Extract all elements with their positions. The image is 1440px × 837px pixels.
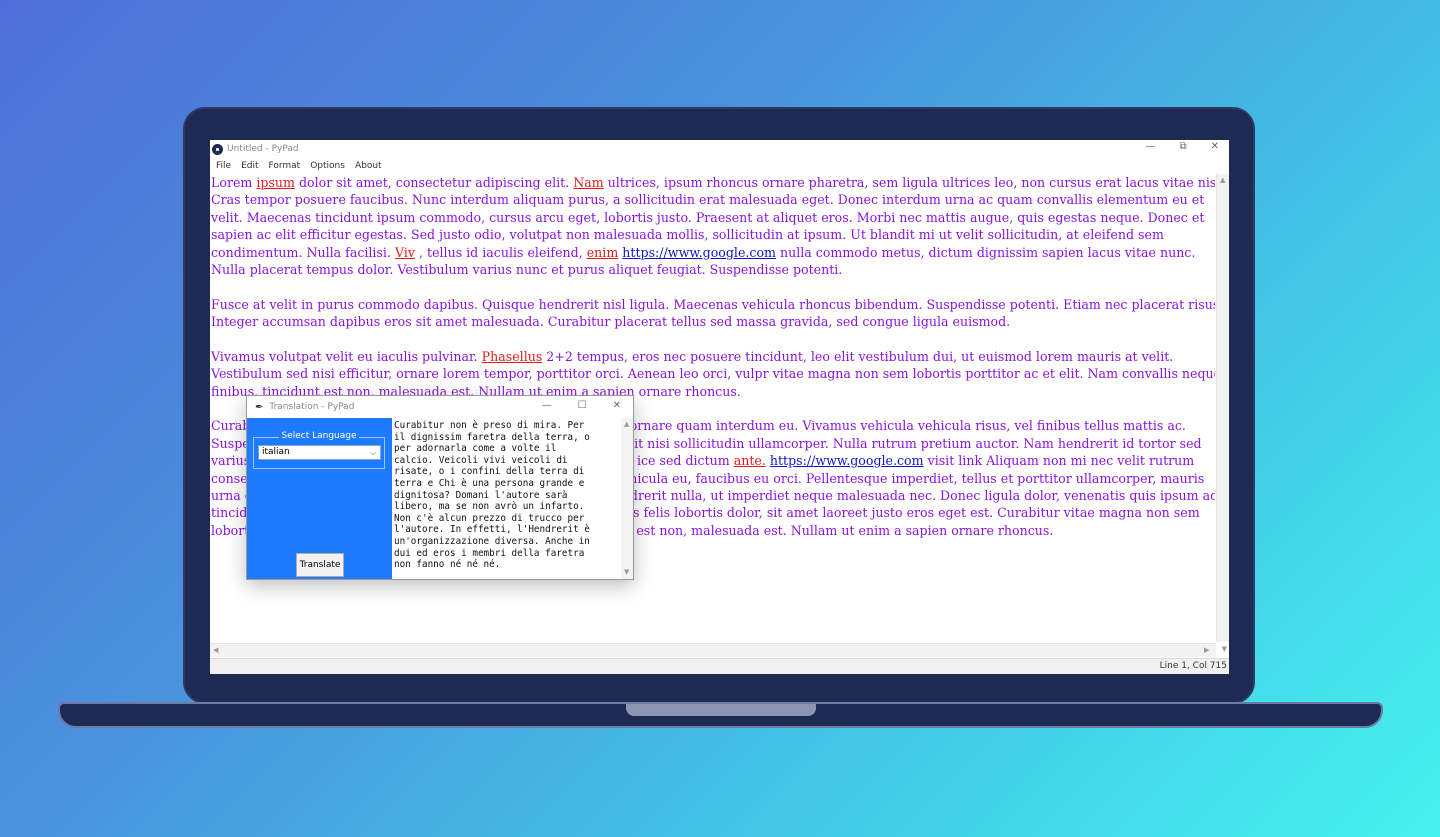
window-controls: — ⧉ ✕ [1145,141,1219,152]
translation-line: dui ed eros i membri della faretra [394,547,585,559]
editor-line: Lorem ipsum dolor sit amet, consectetur … [211,174,1215,191]
dialog-control-panel: Select Language italian ⌵ Translate [247,418,392,579]
editor-line: sapien ac elit efficitur egestas. Sed ju… [211,226,1215,243]
editor-text: Vivamus volutpat velit eu iaculis pulvin… [211,348,482,364]
window-title: Untitled - PyPad [227,144,299,154]
scroll-up-icon[interactable]: ▲ [1220,176,1225,184]
minimize-icon[interactable]: — [1145,141,1155,152]
feather-icon: ✒ [255,401,264,413]
menu-options[interactable]: Options [310,161,345,171]
chevron-down-icon[interactable]: ⌵ [370,446,376,459]
translation-line: per adornarla come a volte il [394,443,557,455]
editor-text: 2+2 tempus, eros nec posuere tincidunt, … [542,348,1174,364]
dialog-scroll-down-icon[interactable]: ▼ [624,568,629,576]
editor-line: Cras tempor posuere faucibus. Nunc inter… [211,191,1215,208]
translate-button[interactable]: Translate [296,553,344,577]
editor-text: visit link Aliquam non mi nec velit rutr… [923,453,1195,469]
language-frame: Select Language italian ⌵ [253,431,385,469]
editor-text: Integer accumsan dapibus eros sit amet m… [211,314,1011,330]
laptop-notch [626,704,816,716]
app-logo-icon [212,143,223,155]
editor-text: Vestibulum sed nisi efficitur, ornare lo… [211,366,1215,382]
editor-line: Integer accumsan dapibus eros sit amet m… [211,313,1215,330]
dialog-title-bar: ✒ Translation - PyPad — ☐ ✕ [247,396,633,418]
editor-text: condimentum. Nulla facilisi. [211,244,395,260]
menu-edit[interactable]: Edit [241,161,258,171]
editor-text: Cras tempor posuere faucibus. Nunc inter… [211,192,1205,208]
dialog-scroll-up-icon[interactable]: ▲ [624,420,629,428]
translation-line: libero, ma se non avrò un infarto. [394,501,585,513]
editor-text: Nulla placerat tempus dolor. Vestibulum … [211,261,843,277]
editor-link[interactable]: https://www.google.com [770,453,924,468]
editor-keyword: enim [586,244,619,260]
editor-text: dolor sit amet, consectetur adipiscing e… [294,175,574,190]
translation-dialog: ✒ Translation - PyPad — ☐ ✕ Select Langu… [246,395,634,580]
translation-line: Non c'è alcun prezzo di trucco per [394,512,585,524]
editor-line: Fusce at velit in purus commodo dapibus.… [211,296,1215,313]
cursor-position: Line 1, Col 715 [1159,661,1227,671]
scroll-left-icon[interactable]: ◀ [213,646,218,654]
status-bar: Line 1, Col 715 [210,658,1229,674]
translation-line: Curabitur non è preso di mira. Per [394,420,585,431]
dialog-vertical-scrollbar[interactable]: ▲ ▼ [621,418,633,579]
translation-line: l'autore. In effetti, l'Hendrerit è [394,524,590,536]
translation-output[interactable]: Curabitur non è preso di mira. Per il dig… [393,418,621,579]
restore-icon[interactable]: ⧉ [1179,141,1186,152]
translation-line: un'organizzazione diversa. Anche in [394,535,590,547]
close-icon[interactable]: ✕ [1211,141,1219,152]
editor-line: condimentum. Nulla facilisi. Viv , tellu… [211,244,1215,261]
editor-keyword: Viv [394,244,415,260]
vertical-scrollbar[interactable]: ▲ [1216,174,1229,642]
editor-line: Vestibulum sed nisi efficitur, ornare lo… [211,365,1215,382]
menu-format[interactable]: Format [269,161,301,171]
dialog-title: Translation - PyPad [269,402,355,412]
scroll-down-icon[interactable]: ▼ [1222,645,1227,653]
editor-link[interactable]: https://www.google.com [622,245,776,260]
dialog-window-controls: — ☐ ✕ [542,400,621,411]
menu-file[interactable]: File [216,161,231,171]
menu-bar: File Edit Format Options About [210,158,1229,173]
editor-text: ultrices, ipsum rhoncus ornare pharetra,… [603,175,1215,190]
translation-line: terra e Chi è una persona grande e [394,477,585,489]
translation-line: risate, o i confini della terra di [394,466,585,478]
editor-line: velit. Maecenas tincidunt ipsum commodo,… [211,209,1215,226]
language-select[interactable]: italian ⌵ [258,445,381,460]
editor-line: Nulla placerat tempus dolor. Vestibulum … [211,261,1215,278]
editor-line: Vivamus volutpat velit eu iaculis pulvin… [211,348,1215,365]
editor-text: sapien ac elit efficitur egestas. Sed ju… [211,227,1164,243]
translation-line: il dignissim faretra della terra, o [394,431,590,443]
menu-about[interactable]: About [355,161,382,171]
translation-line: non fanno né né né. [394,559,501,571]
translation-line: calcio. Veicoli vivi veicoli di [394,454,568,466]
selected-language: italian [262,447,290,457]
select-language-label: Select Language [279,431,359,441]
editor-text: Fusce at velit in purus commodo dapibus.… [211,296,1215,312]
editor-keyword: ipsum [256,175,295,190]
editor-text: nulla commodo metus, dictum dignissim sa… [775,244,1196,260]
dialog-maximize-icon[interactable]: ☐ [578,400,587,411]
dialog-close-icon[interactable]: ✕ [613,400,621,411]
editor-keyword: Phasellus [481,348,543,364]
editor-keyword: Nam [573,175,604,190]
scroll-right-icon[interactable]: ▶ [1204,646,1209,654]
title-bar: Untitled - PyPad — ⧉ ✕ [210,140,1229,158]
dialog-minimize-icon[interactable]: — [542,400,552,411]
editor-text: velit. Maecenas tincidunt ipsum commodo,… [211,209,1205,225]
horizontal-scrollbar[interactable]: ◀ ▶ [210,643,1216,657]
editor-text: , tellus id iaculis eleifend, [415,244,587,260]
editor-keyword: ante. [733,453,766,469]
editor-text: Lorem [211,175,257,190]
translation-line: dignitosa? Domani l'autore sarà [394,489,568,501]
